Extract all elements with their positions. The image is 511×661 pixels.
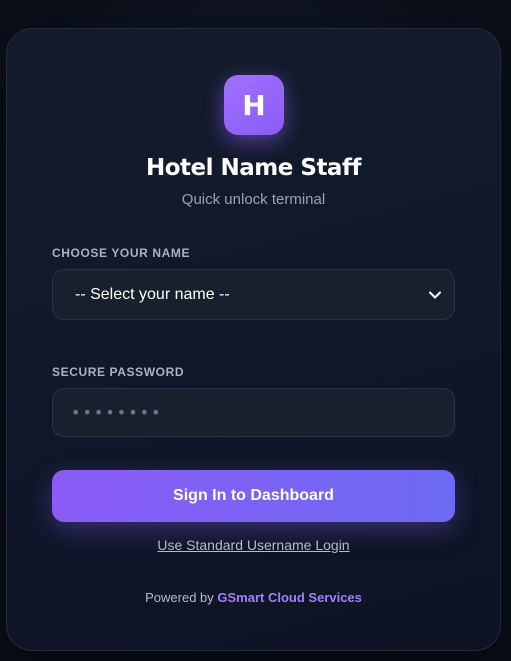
- sign-in-button[interactable]: Sign In to Dashboard: [52, 470, 455, 522]
- chevron-down-icon: [428, 288, 442, 302]
- name-select[interactable]: -- Select your name --: [52, 269, 455, 320]
- powered-by-text: Powered by: [145, 590, 214, 605]
- brand-link[interactable]: GSmart Cloud Services: [217, 590, 362, 605]
- logo-letter: H: [242, 88, 266, 122]
- name-select-value: -- Select your name --: [75, 285, 230, 303]
- powered-by-footer: Powered by GSmart Cloud Services: [7, 590, 500, 605]
- name-field-label: CHOOSE YOUR NAME: [52, 246, 191, 260]
- page-title: Hotel Name Staff: [146, 155, 361, 181]
- login-card: H Hotel Name Staff Quick unlock terminal…: [6, 28, 501, 651]
- password-field-wrapper: [52, 388, 455, 437]
- page-subtitle: Quick unlock terminal: [181, 191, 326, 208]
- standard-login-link[interactable]: Use Standard Username Login: [7, 537, 500, 553]
- logo-badge: H: [224, 75, 284, 135]
- password-field[interactable]: [71, 403, 436, 422]
- password-field-label: SECURE PASSWORD: [52, 365, 185, 379]
